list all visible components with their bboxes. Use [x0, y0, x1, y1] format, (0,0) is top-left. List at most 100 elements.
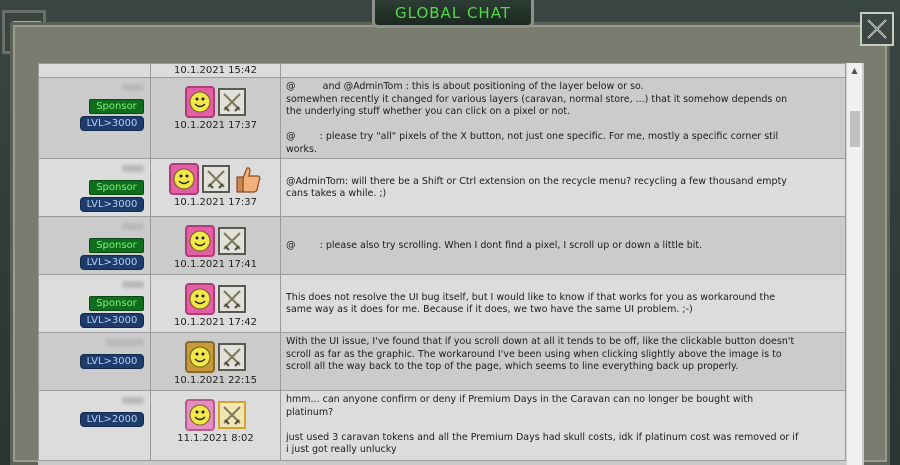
level-badge: LVL>2000: [80, 412, 144, 427]
message-line: works.: [286, 143, 317, 155]
chat-table: 10.1.2021 15:42 Sponsor LVL>3000 10.1.2021 …: [38, 63, 846, 461]
avatar[interactable]: [185, 283, 215, 315]
author-icons: [151, 341, 280, 373]
author-name-redacted[interactable]: [122, 165, 144, 172]
message-timestamp: 10.1.2021 22:15: [174, 375, 257, 386]
guild-emblem[interactable]: [218, 401, 246, 429]
avatar[interactable]: [185, 399, 215, 431]
level-badge: LVL>3000: [80, 255, 144, 270]
message-line: hmm... can anyone confirm or deny if Pre…: [286, 394, 754, 405]
message-author-cell: Sponsor LVL>3000: [38, 158, 151, 217]
smiley-avatar-icon: [173, 168, 194, 190]
message-author-cell: [38, 63, 151, 78]
message-line: the underlying stuff whether you can cli…: [286, 106, 571, 117]
author-name-redacted[interactable]: [122, 397, 144, 404]
crossed-swords-icon: [206, 170, 225, 189]
sponsor-badge: Sponsor: [89, 99, 144, 114]
author-name-redacted[interactable]: [106, 339, 144, 346]
thumbs-up-icon: [235, 167, 260, 193]
game-window-frame: GLOBAL CHAT 10.1.2021 15:42 Sponsor LVL>30…: [0, 0, 900, 465]
message-author-cell: Sponsor LVL>3000: [38, 77, 151, 159]
message-line: cans takes a while. ;): [286, 188, 387, 199]
author-name-redacted[interactable]: [122, 84, 144, 91]
message-line: platinum?: [286, 406, 334, 418]
author-icons: [151, 86, 280, 118]
message-line: @ and @AdminTom : this is about position…: [286, 81, 644, 92]
level-badge: LVL>3000: [80, 313, 144, 328]
level-badge: LVL>3000: [80, 354, 144, 369]
thumbs-up-reaction[interactable]: [233, 163, 263, 195]
author-icons: [151, 163, 280, 195]
author-name-redacted[interactable]: [122, 223, 144, 230]
message-line: somewhen recently it changed for various…: [286, 93, 788, 105]
message-meta-cell: 10.1.2021 17:42: [150, 274, 281, 333]
guild-emblem[interactable]: [201, 165, 230, 193]
message-line: [286, 119, 840, 132]
message-timestamp: 10.1.2021 17:37: [174, 197, 257, 208]
avatar[interactable]: [168, 163, 199, 195]
message-text-cell: [280, 63, 846, 78]
message-timestamp: 10.1.2021 15:42: [174, 65, 257, 76]
avatar[interactable]: [185, 341, 215, 373]
chat-log[interactable]: 10.1.2021 15:42 Sponsor LVL>3000 10.1.2021 …: [38, 63, 864, 465]
close-icon: [867, 19, 887, 39]
message-timestamp: 10.1.2021 17:42: [174, 317, 257, 328]
chat-message-row: Sponsor LVL>3000 10.1.2021 17:37 @ and @Adm…: [38, 77, 846, 159]
level-badge: LVL>3000: [80, 116, 144, 131]
message-timestamp: 10.1.2021 17:41: [174, 259, 257, 270]
chat-message-row: Sponsor LVL>3000 10.1.2021 17:37 @AdminTom:…: [38, 158, 846, 217]
message-meta-cell: 10.1.2021 17:41: [150, 216, 281, 275]
message-timestamp: 11.1.2021 8:02: [177, 433, 254, 444]
chat-message-row: 10.1.2021 15:42: [38, 63, 846, 78]
message-line: With the UI issue, I've found that if yo…: [286, 336, 795, 347]
message-line: scroll as far as the graphic. The workar…: [286, 348, 782, 360]
crossed-swords-icon: [223, 290, 241, 309]
message-line: same way as it does for me. Because if i…: [286, 304, 693, 315]
message-author-cell: Sponsor LVL>3000: [38, 216, 151, 275]
crossed-swords-icon: [223, 93, 241, 112]
message-line: just used 3 caravan tokens and all the P…: [286, 431, 799, 443]
guild-emblem[interactable]: [218, 227, 246, 255]
title-plate: GLOBAL CHAT: [372, 0, 534, 28]
message-meta-cell: 10.1.2021 22:15: [150, 332, 281, 391]
author-name-redacted[interactable]: [122, 281, 144, 288]
window-title: GLOBAL CHAT: [395, 3, 511, 22]
chat-message-row: LVL>3000 10.1.2021 22:15 With the UI issue…: [38, 332, 846, 391]
scroll-up-arrow[interactable]: ▲: [847, 63, 862, 78]
sponsor-badge: Sponsor: [89, 296, 144, 311]
message-text-cell: @AdminTom: will there be a Shift or Ctrl…: [280, 158, 846, 217]
guild-emblem[interactable]: [218, 88, 246, 116]
message-author-cell: LVL>2000: [38, 390, 151, 461]
message-author-cell: Sponsor LVL>3000: [38, 274, 151, 333]
chat-message-row: Sponsor LVL>3000 10.1.2021 17:42 This does …: [38, 274, 846, 333]
author-icons: [151, 225, 280, 257]
guild-emblem[interactable]: [218, 285, 246, 313]
message-author-cell: LVL>3000: [38, 332, 151, 391]
close-button[interactable]: [860, 12, 894, 46]
message-meta-cell: 11.1.2021 8:02: [150, 390, 281, 461]
message-line: @ : please also try scrolling. When I do…: [286, 239, 703, 251]
message-line: This does not resolve the UI bug itself,…: [286, 291, 776, 303]
chat-scrollbar[interactable]: ▲: [846, 63, 862, 465]
crossed-swords-icon: [223, 232, 241, 251]
smiley-avatar-icon: [189, 404, 211, 426]
message-text-cell: With the UI issue, I've found that if yo…: [280, 332, 846, 391]
message-meta-cell: 10.1.2021 15:42: [150, 63, 281, 78]
message-meta-cell: 10.1.2021 17:37: [150, 77, 281, 159]
message-meta-cell: 10.1.2021 17:37: [150, 158, 281, 217]
sponsor-badge: Sponsor: [89, 238, 144, 253]
level-badge: LVL>3000: [80, 197, 144, 212]
avatar[interactable]: [185, 225, 215, 257]
smiley-avatar-icon: [189, 288, 211, 310]
message-text-cell: @ : please also try scrolling. When I do…: [280, 216, 846, 275]
smiley-avatar-icon: [189, 230, 211, 252]
guild-emblem[interactable]: [218, 343, 246, 371]
chat-message-row: LVL>2000 11.1.2021 8:02 hmm... can anyone …: [38, 390, 846, 461]
scroll-thumb[interactable]: [850, 111, 860, 147]
avatar[interactable]: [185, 86, 215, 118]
message-timestamp: 10.1.2021 17:37: [174, 120, 257, 131]
message-line: @AdminTom: will there be a Shift or Ctrl…: [286, 175, 787, 187]
message-text-cell: hmm... can anyone confirm or deny if Pre…: [280, 390, 846, 461]
smiley-avatar-icon: [189, 346, 211, 368]
crossed-swords-icon: [223, 406, 241, 425]
